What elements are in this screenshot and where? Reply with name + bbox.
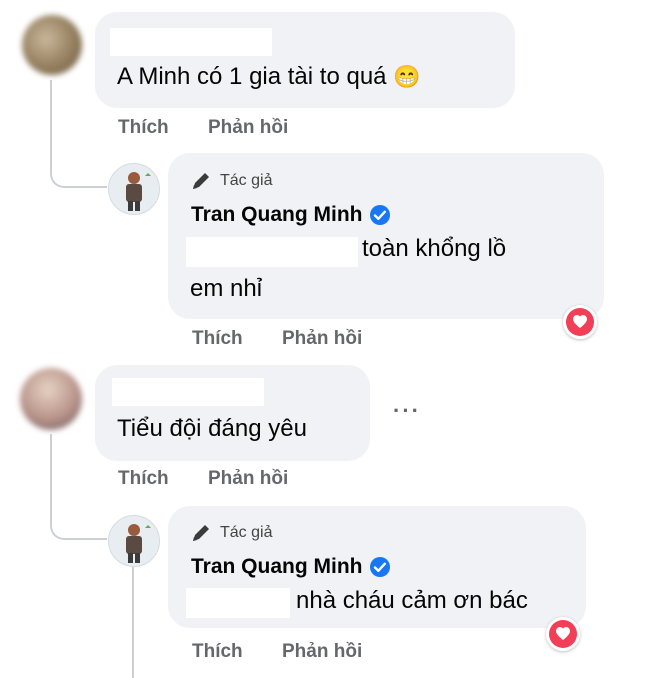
like-button[interactable]: Thích: [192, 328, 243, 350]
heart-reaction-icon: [556, 627, 570, 640]
pen-icon: [193, 173, 209, 189]
heart-reaction-badge[interactable]: [563, 305, 597, 339]
reply-button[interactable]: Phản hồi: [282, 641, 362, 663]
like-button[interactable]: Thích: [192, 641, 243, 663]
pen-icon: [193, 525, 209, 541]
verified-icon: [369, 205, 390, 225]
reply-button[interactable]: Phản hồi: [282, 328, 362, 350]
thread-connector: [50, 434, 107, 540]
like-button[interactable]: Thích: [118, 468, 169, 490]
redacted-mention: [186, 588, 290, 618]
reply-button[interactable]: Phản hồi: [208, 468, 288, 490]
author-name[interactable]: Tran Quang Minh: [191, 203, 391, 227]
reply-text-line1: toàn khổng lồ: [362, 235, 507, 262]
commenter-avatar[interactable]: [20, 368, 82, 430]
author-name[interactable]: Tran Quang Minh: [191, 555, 391, 579]
verified-icon: [369, 557, 390, 577]
comment-bubble: [95, 12, 515, 108]
reply-text-line1: nhà cháu cảm ơn bác: [296, 587, 528, 614]
comment-text: Tiểu đội đáng yêu: [117, 415, 307, 442]
author-tag: Tác giả: [190, 170, 272, 192]
author-avatar[interactable]: [108, 515, 160, 567]
thread-connector: [50, 80, 107, 188]
grin-emoji-icon: 😁: [393, 64, 421, 89]
redacted-commenter-name: [112, 378, 264, 406]
commenter-avatar[interactable]: [22, 15, 82, 75]
more-options-icon[interactable]: ···: [393, 398, 421, 424]
author-avatar[interactable]: [108, 163, 160, 215]
reply-button[interactable]: Phản hồi: [208, 117, 288, 139]
author-tag: Tác giả: [190, 522, 272, 544]
heart-reaction-icon: [573, 315, 587, 328]
like-button[interactable]: Thích: [118, 117, 169, 139]
redacted-commenter-name: [110, 28, 272, 56]
thread-connector: [132, 566, 134, 678]
comment-text: A Minh có 1 gia tài to quá 😁: [117, 63, 421, 90]
redacted-mention: [186, 237, 358, 267]
reply-text-line2: em nhỉ: [190, 275, 263, 302]
heart-reaction-badge[interactable]: [546, 617, 580, 651]
